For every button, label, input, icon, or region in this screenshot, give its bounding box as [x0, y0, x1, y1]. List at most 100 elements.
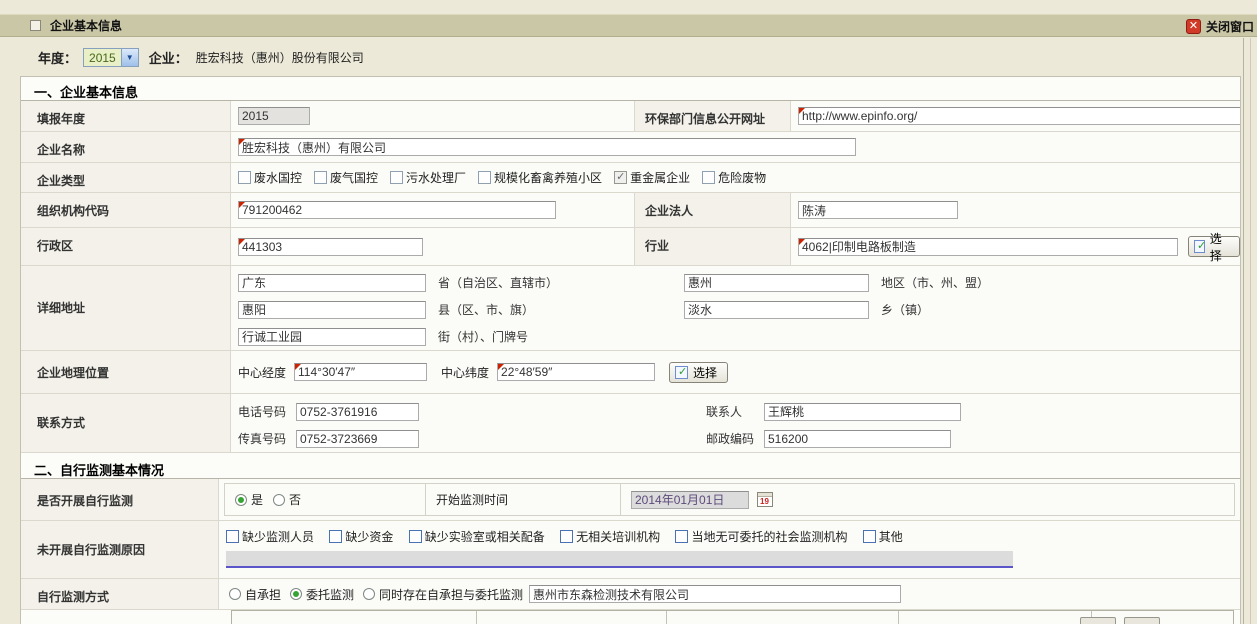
checkbox-icon[interactable] — [478, 171, 491, 184]
row-org-code: 组织机构代码 企业法人 — [21, 193, 1240, 228]
checkbox-icon[interactable] — [226, 530, 239, 543]
checkbox-icon[interactable] — [409, 530, 422, 543]
radio-self-undertake[interactable]: 自承担 — [229, 586, 281, 603]
row-geo-location: 企业地理位置 中心经度 中心纬度 选择 — [21, 351, 1240, 394]
option-label: 污水处理厂 — [406, 169, 466, 186]
checkbox-lack-funds[interactable]: 缺少资金 — [329, 528, 393, 545]
radio-icon[interactable] — [363, 588, 375, 600]
bottom-table-button[interactable] — [1124, 617, 1160, 624]
window-icon — [30, 20, 41, 31]
latitude-input[interactable] — [497, 363, 655, 381]
calendar-icon[interactable] — [757, 492, 773, 507]
company-label: 企业： — [149, 48, 188, 67]
zip-input[interactable] — [764, 430, 951, 448]
radio-icon[interactable] — [290, 588, 302, 600]
fax-label: 传真号码 — [238, 430, 288, 447]
street-input[interactable] — [238, 328, 426, 346]
province-input[interactable] — [238, 274, 426, 292]
latitude-label: 中心纬度 — [441, 364, 489, 381]
no-monitoring-reason-cell: 缺少监测人员 缺少资金 缺少实验室或相关配备 无相关培训机构 当地无可委托的社会… — [219, 521, 1240, 578]
epinfo-url-label: 环保部门信息公开网址 — [634, 101, 791, 131]
close-window-button[interactable]: ✕ 关闭窗口 — [1186, 18, 1254, 35]
checkbox-icon[interactable] — [560, 530, 573, 543]
radio-icon[interactable] — [229, 588, 241, 600]
contact-person-label: 联系人 — [706, 403, 756, 420]
bottom-table-button[interactable] — [1080, 617, 1116, 624]
address-label: 详细地址 — [21, 266, 231, 350]
checkbox-other-reason[interactable]: 其他 — [863, 528, 903, 545]
option-label: 否 — [289, 491, 301, 508]
start-time-cell — [621, 484, 1234, 515]
contact-person-input[interactable] — [764, 403, 961, 421]
option-label: 当地无可委托的社会监测机构 — [691, 528, 847, 545]
checkbox-wastewater-national-control[interactable]: 废水国控 — [238, 169, 302, 186]
option-label: 规模化畜禽养殖小区 — [494, 169, 602, 186]
no-monitoring-reason-label: 未开展自行监测原因 — [21, 521, 219, 578]
radio-both-methods[interactable]: 同时存在自承担与委托监测 — [363, 586, 523, 603]
checkbox-icon[interactable] — [863, 530, 876, 543]
legal-person-input[interactable] — [798, 201, 958, 219]
address-line-province: 省（自治区、直辖市） 地区（市、州、盟） — [238, 269, 1240, 296]
close-icon[interactable]: ✕ — [1186, 19, 1201, 34]
org-code-cell — [231, 193, 634, 227]
city-input[interactable] — [684, 274, 869, 292]
self-monitoring-radio-cell: 是 否 — [225, 484, 425, 515]
form-panel: 一、企业基本信息 填报年度 环保部门信息公开网址 企业名称 企业类型 废水国控 … — [20, 76, 1241, 624]
window-frame-line — [1243, 38, 1244, 624]
checkbox-wastegas-national-control[interactable]: 废气国控 — [314, 169, 378, 186]
start-time-input[interactable] — [631, 491, 749, 509]
option-label: 危险废物 — [718, 169, 766, 186]
org-code-input[interactable] — [238, 201, 556, 219]
row-company-name: 企业名称 — [21, 132, 1240, 163]
checkbox-icon[interactable] — [702, 171, 715, 184]
checkbox-lack-personnel[interactable]: 缺少监测人员 — [226, 528, 314, 545]
option-label: 同时存在自承担与委托监测 — [379, 586, 523, 603]
location-select-button[interactable]: 选择 — [669, 362, 728, 383]
checkbox-icon[interactable] — [314, 171, 327, 184]
row-self-monitoring: 是否开展自行监测 是 否 开始监测时间 — [21, 479, 1240, 521]
longitude-label: 中心经度 — [238, 364, 286, 381]
checkbox-no-training-org[interactable]: 无相关培训机构 — [560, 528, 660, 545]
window-title: 企业基本信息 — [50, 17, 122, 34]
filling-year-cell — [231, 101, 634, 131]
option-label: 缺少监测人员 — [242, 528, 314, 545]
radio-icon[interactable] — [235, 494, 247, 506]
year-select[interactable]: 2015 ▼ — [83, 48, 139, 67]
company-name-input[interactable] — [238, 138, 856, 156]
region-code-input[interactable] — [238, 238, 423, 256]
monitoring-agency-input[interactable] — [529, 585, 901, 603]
radio-no[interactable]: 否 — [273, 491, 301, 508]
longitude-input[interactable] — [294, 363, 427, 381]
checkbox-hazardous-waste[interactable]: 危险废物 — [702, 169, 766, 186]
epinfo-url-input[interactable] — [798, 107, 1241, 125]
town-input[interactable] — [684, 301, 869, 319]
town-suffix: 乡（镇） — [881, 301, 1127, 318]
industry-input[interactable] — [798, 238, 1178, 256]
checkbox-icon[interactable] — [390, 171, 403, 184]
checkbox-icon[interactable] — [675, 530, 688, 543]
checkbox-no-local-agency[interactable]: 当地无可委托的社会监测机构 — [675, 528, 847, 545]
checkbox-sewage-plant[interactable]: 污水处理厂 — [390, 169, 466, 186]
contact-label: 联系方式 — [21, 394, 231, 452]
industry-select-button[interactable]: 选择 — [1188, 236, 1240, 257]
checkbox-icon[interactable] — [614, 171, 627, 184]
other-reason-input[interactable] — [226, 551, 1013, 568]
radio-commissioned[interactable]: 委托监测 — [290, 586, 354, 603]
radio-yes[interactable]: 是 — [235, 491, 263, 508]
bottom-table-cell — [899, 611, 1092, 624]
chevron-down-icon[interactable]: ▼ — [121, 49, 138, 66]
row-company-type: 企业类型 废水国控 废气国控 污水处理厂 规模化畜禽养殖小区 重金属企业 危险废… — [21, 163, 1240, 193]
phone-input[interactable] — [296, 403, 419, 421]
checkbox-lack-lab[interactable]: 缺少实验室或相关配备 — [409, 528, 545, 545]
checkbox-heavy-metal[interactable]: 重金属企业 — [614, 169, 690, 186]
fax-input[interactable] — [296, 430, 419, 448]
epinfo-url-cell — [791, 101, 1241, 131]
option-label: 缺少实验室或相关配备 — [425, 528, 545, 545]
checkbox-icon[interactable] — [329, 530, 342, 543]
filling-year-input[interactable] — [238, 107, 310, 125]
select-button-label: 选择 — [693, 364, 717, 381]
checkbox-icon[interactable] — [238, 171, 251, 184]
radio-icon[interactable] — [273, 494, 285, 506]
checkbox-livestock-area[interactable]: 规模化畜禽养殖小区 — [478, 169, 602, 186]
county-input[interactable] — [238, 301, 426, 319]
